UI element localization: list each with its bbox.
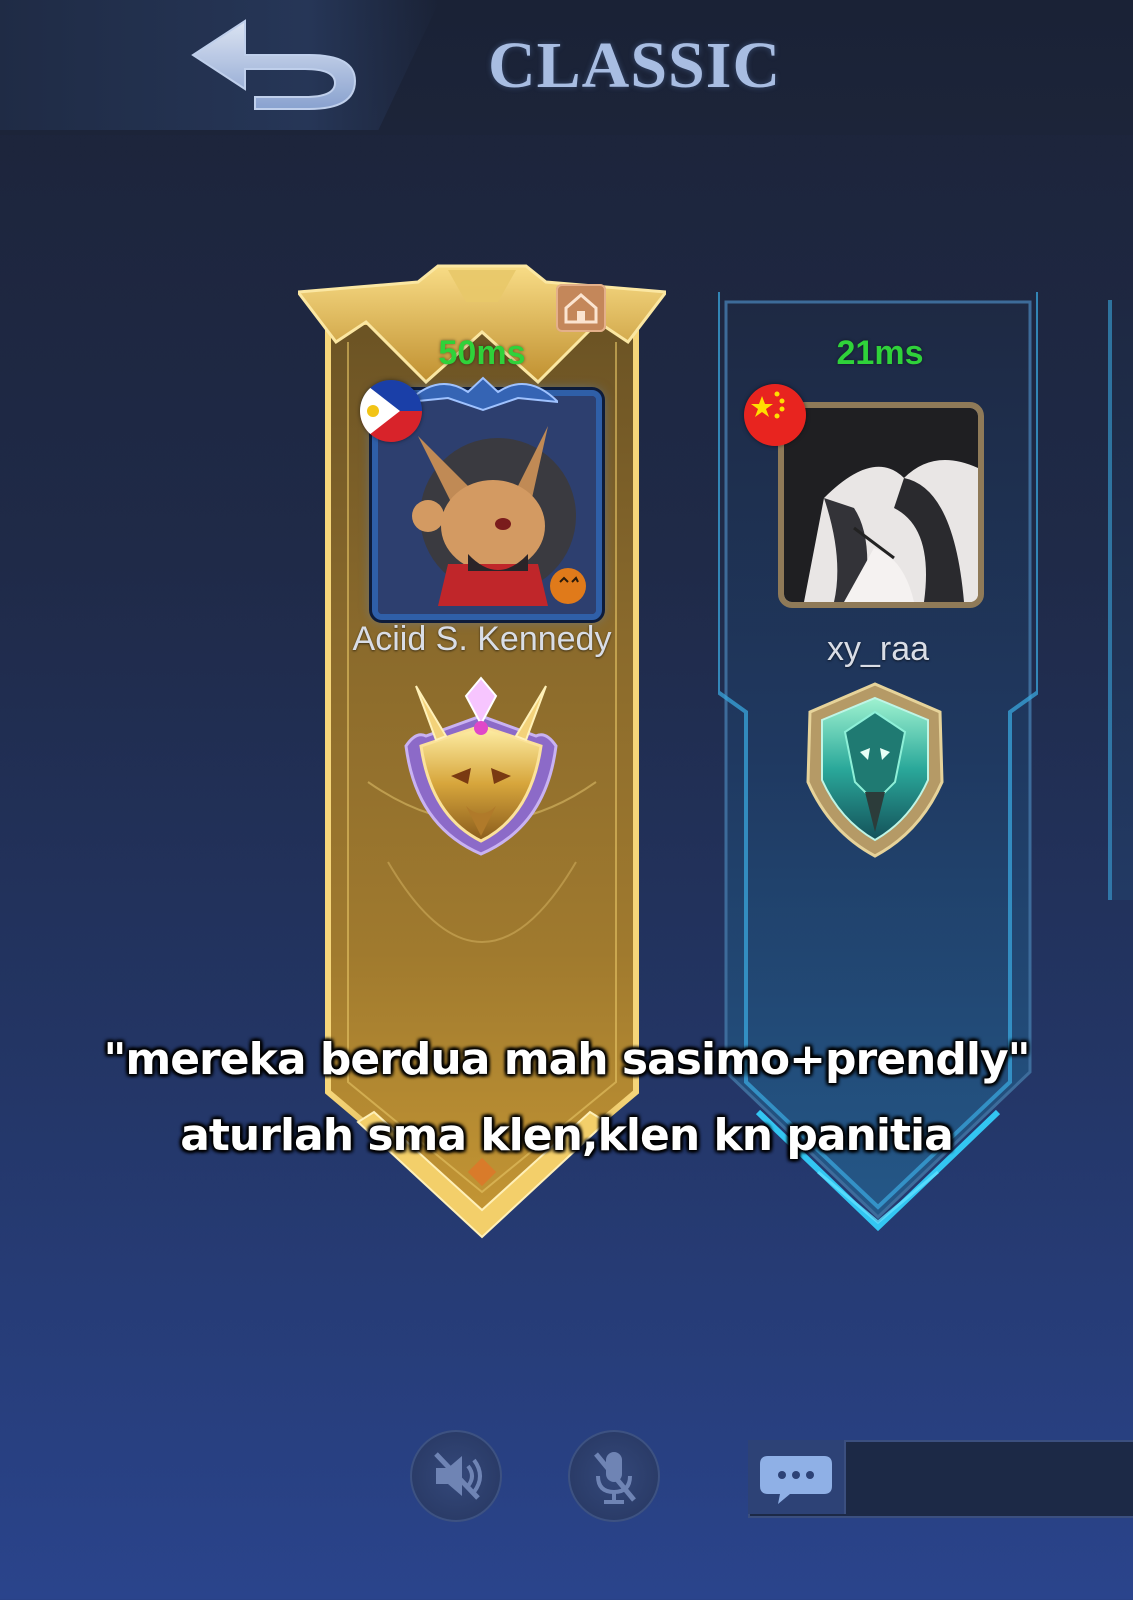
- gold-dragon-rank-emblem: [404, 676, 558, 856]
- mic-muted-icon: [594, 1452, 636, 1504]
- philippines-flag: [360, 380, 422, 442]
- top-bar: CLASSIC: [0, 0, 1133, 135]
- player-name: Aciid S. Kennedy: [352, 620, 612, 658]
- player-card-2[interactable]: 21ms xy_raa: [718, 292, 1038, 1242]
- mode-title: CLASSIC: [488, 29, 782, 102]
- chat-button[interactable]: [748, 1440, 846, 1514]
- back-button[interactable]: [185, 15, 365, 115]
- speaker-toggle-button[interactable]: [410, 1430, 502, 1522]
- player-avatar[interactable]: [778, 402, 984, 608]
- subtitle-line-2: aturlah sma klen,klen kn panitia: [180, 1110, 954, 1161]
- home-icon: [556, 284, 606, 332]
- speaker-muted-icon: [434, 1452, 482, 1500]
- ping-label: 21ms: [836, 334, 924, 372]
- teal-dragon-rank-emblem: [806, 682, 944, 858]
- mic-toggle-button[interactable]: [568, 1430, 660, 1522]
- player-card-1[interactable]: 50ms Aciid S. Kennedy: [298, 262, 666, 1252]
- ping-label: 50ms: [438, 334, 526, 372]
- china-flag: [744, 384, 806, 446]
- player-name: xy_raa: [826, 630, 930, 668]
- chat-bubble-icon: [760, 1456, 832, 1504]
- subtitle-line-1: "mereka berdua mah sasimo+prendly": [103, 1034, 1030, 1085]
- back-arrow-icon: [191, 19, 357, 110]
- player-card-3-partial: [1108, 300, 1133, 900]
- frame-ornament: [408, 376, 558, 412]
